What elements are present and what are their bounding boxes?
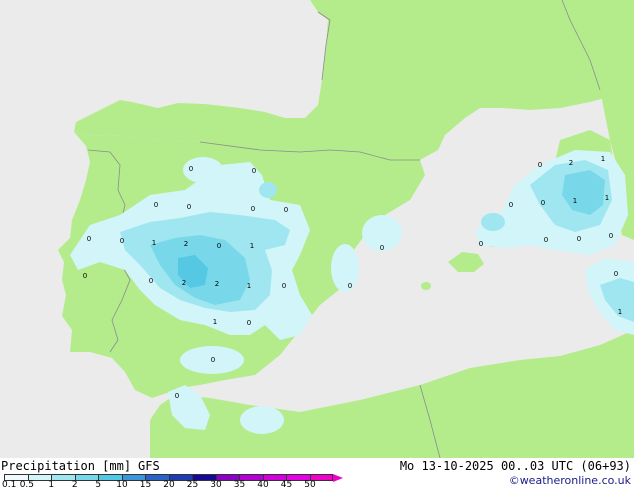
precip-value-label: 2 (184, 240, 188, 248)
precip-value-label: 0 (87, 235, 91, 243)
precip-value-label: 0 (544, 236, 548, 244)
precip-value-label: 0 (282, 282, 286, 290)
precip-value-label: 1 (601, 155, 605, 163)
color-scale-labels: 0.1 0.5 1 2 5 10 15 20 25 30 35 40 45 50 (0, 481, 340, 490)
precip-area-north-mid (259, 182, 277, 198)
precip-value-label: 0 (614, 270, 618, 278)
precip-value-label: 0 (149, 277, 153, 285)
precip-value-label: 1 (605, 194, 609, 202)
footer-datetime: Mo 13-10-2025 00..03 UTC (06+93) (399, 459, 631, 473)
precip-value-label: 0 (348, 282, 352, 290)
precip-value-label: 0 (211, 356, 215, 364)
precip-value-label: 2 (569, 159, 573, 167)
precip-value-label: 1 (213, 318, 217, 326)
precip-value-label: 1 (573, 197, 577, 205)
precip-area-balearic-mid (481, 213, 505, 231)
precip-value-label: 0 (251, 205, 255, 213)
precip-value-label: 0 (509, 201, 513, 209)
scale-label: 45 (280, 480, 293, 490)
scale-label: 1 (48, 480, 55, 490)
precip-value-label: 0 (577, 235, 581, 243)
precip-value-label: 0 (189, 165, 193, 173)
land-ibiza (421, 282, 431, 290)
precip-value-label: 0 (538, 161, 542, 169)
scale-label: 35 (233, 480, 246, 490)
scale-label: 20 (163, 480, 175, 490)
precip-value-label: 0 (120, 237, 124, 245)
precip-area-africa (240, 406, 284, 434)
footer-credit[interactable]: ©weatheronline.co.uk (509, 474, 631, 487)
precip-value-label: 1 (618, 308, 622, 316)
precip-value-label: 1 (152, 239, 156, 247)
scale-label: 10 (116, 480, 128, 490)
scale-label: 40 (257, 480, 269, 490)
precip-value-label: 0 (284, 206, 288, 214)
precip-value-label: 0 (252, 167, 256, 175)
precip-value-label: 2 (182, 279, 186, 287)
precip-value-label: 2 (215, 280, 219, 288)
precip-value-label: 0 (380, 244, 384, 252)
scale-label: 0.5 (19, 480, 35, 490)
precip-area-east (331, 244, 359, 292)
footer-model: GFS (138, 459, 160, 473)
precip-value-label: 0 (83, 272, 87, 280)
footer-title: Precipitation [mm] (1, 459, 132, 473)
footer: Precipitation [mm] GFS Mo 13-10-2025 00.… (0, 458, 634, 490)
precip-value-label: 0 (154, 201, 158, 209)
scale-label: 25 (186, 480, 199, 490)
precipitation-map: 0 0 0 0 0 0 0 0 1 2 0 1 0 0 0 2 2 1 0 0 1 0 0 0 0 2 1 0 0 1 1 0 0 0 0 0 1 (0, 0, 634, 458)
precip-value-label: 0 (541, 199, 545, 207)
scale-label: 50 (304, 480, 316, 490)
precip-value-label: 0 (479, 240, 483, 248)
precip-value-label: 0 (247, 319, 251, 327)
scale-label: 30 (210, 480, 222, 490)
scale-label: 15 (139, 480, 152, 490)
scale-label: 2 (71, 480, 78, 490)
scale-swatch (51, 474, 75, 481)
precip-value-label: 1 (247, 282, 251, 290)
scale-label: 0.1 (2, 480, 17, 490)
precip-value-label: 1 (250, 242, 254, 250)
precip-value-label: 0 (175, 392, 179, 400)
scale-label: 5 (95, 480, 102, 490)
precip-value-label: 0 (187, 203, 191, 211)
precip-value-label: 0 (609, 232, 613, 240)
precip-value-label: 0 (217, 242, 221, 250)
